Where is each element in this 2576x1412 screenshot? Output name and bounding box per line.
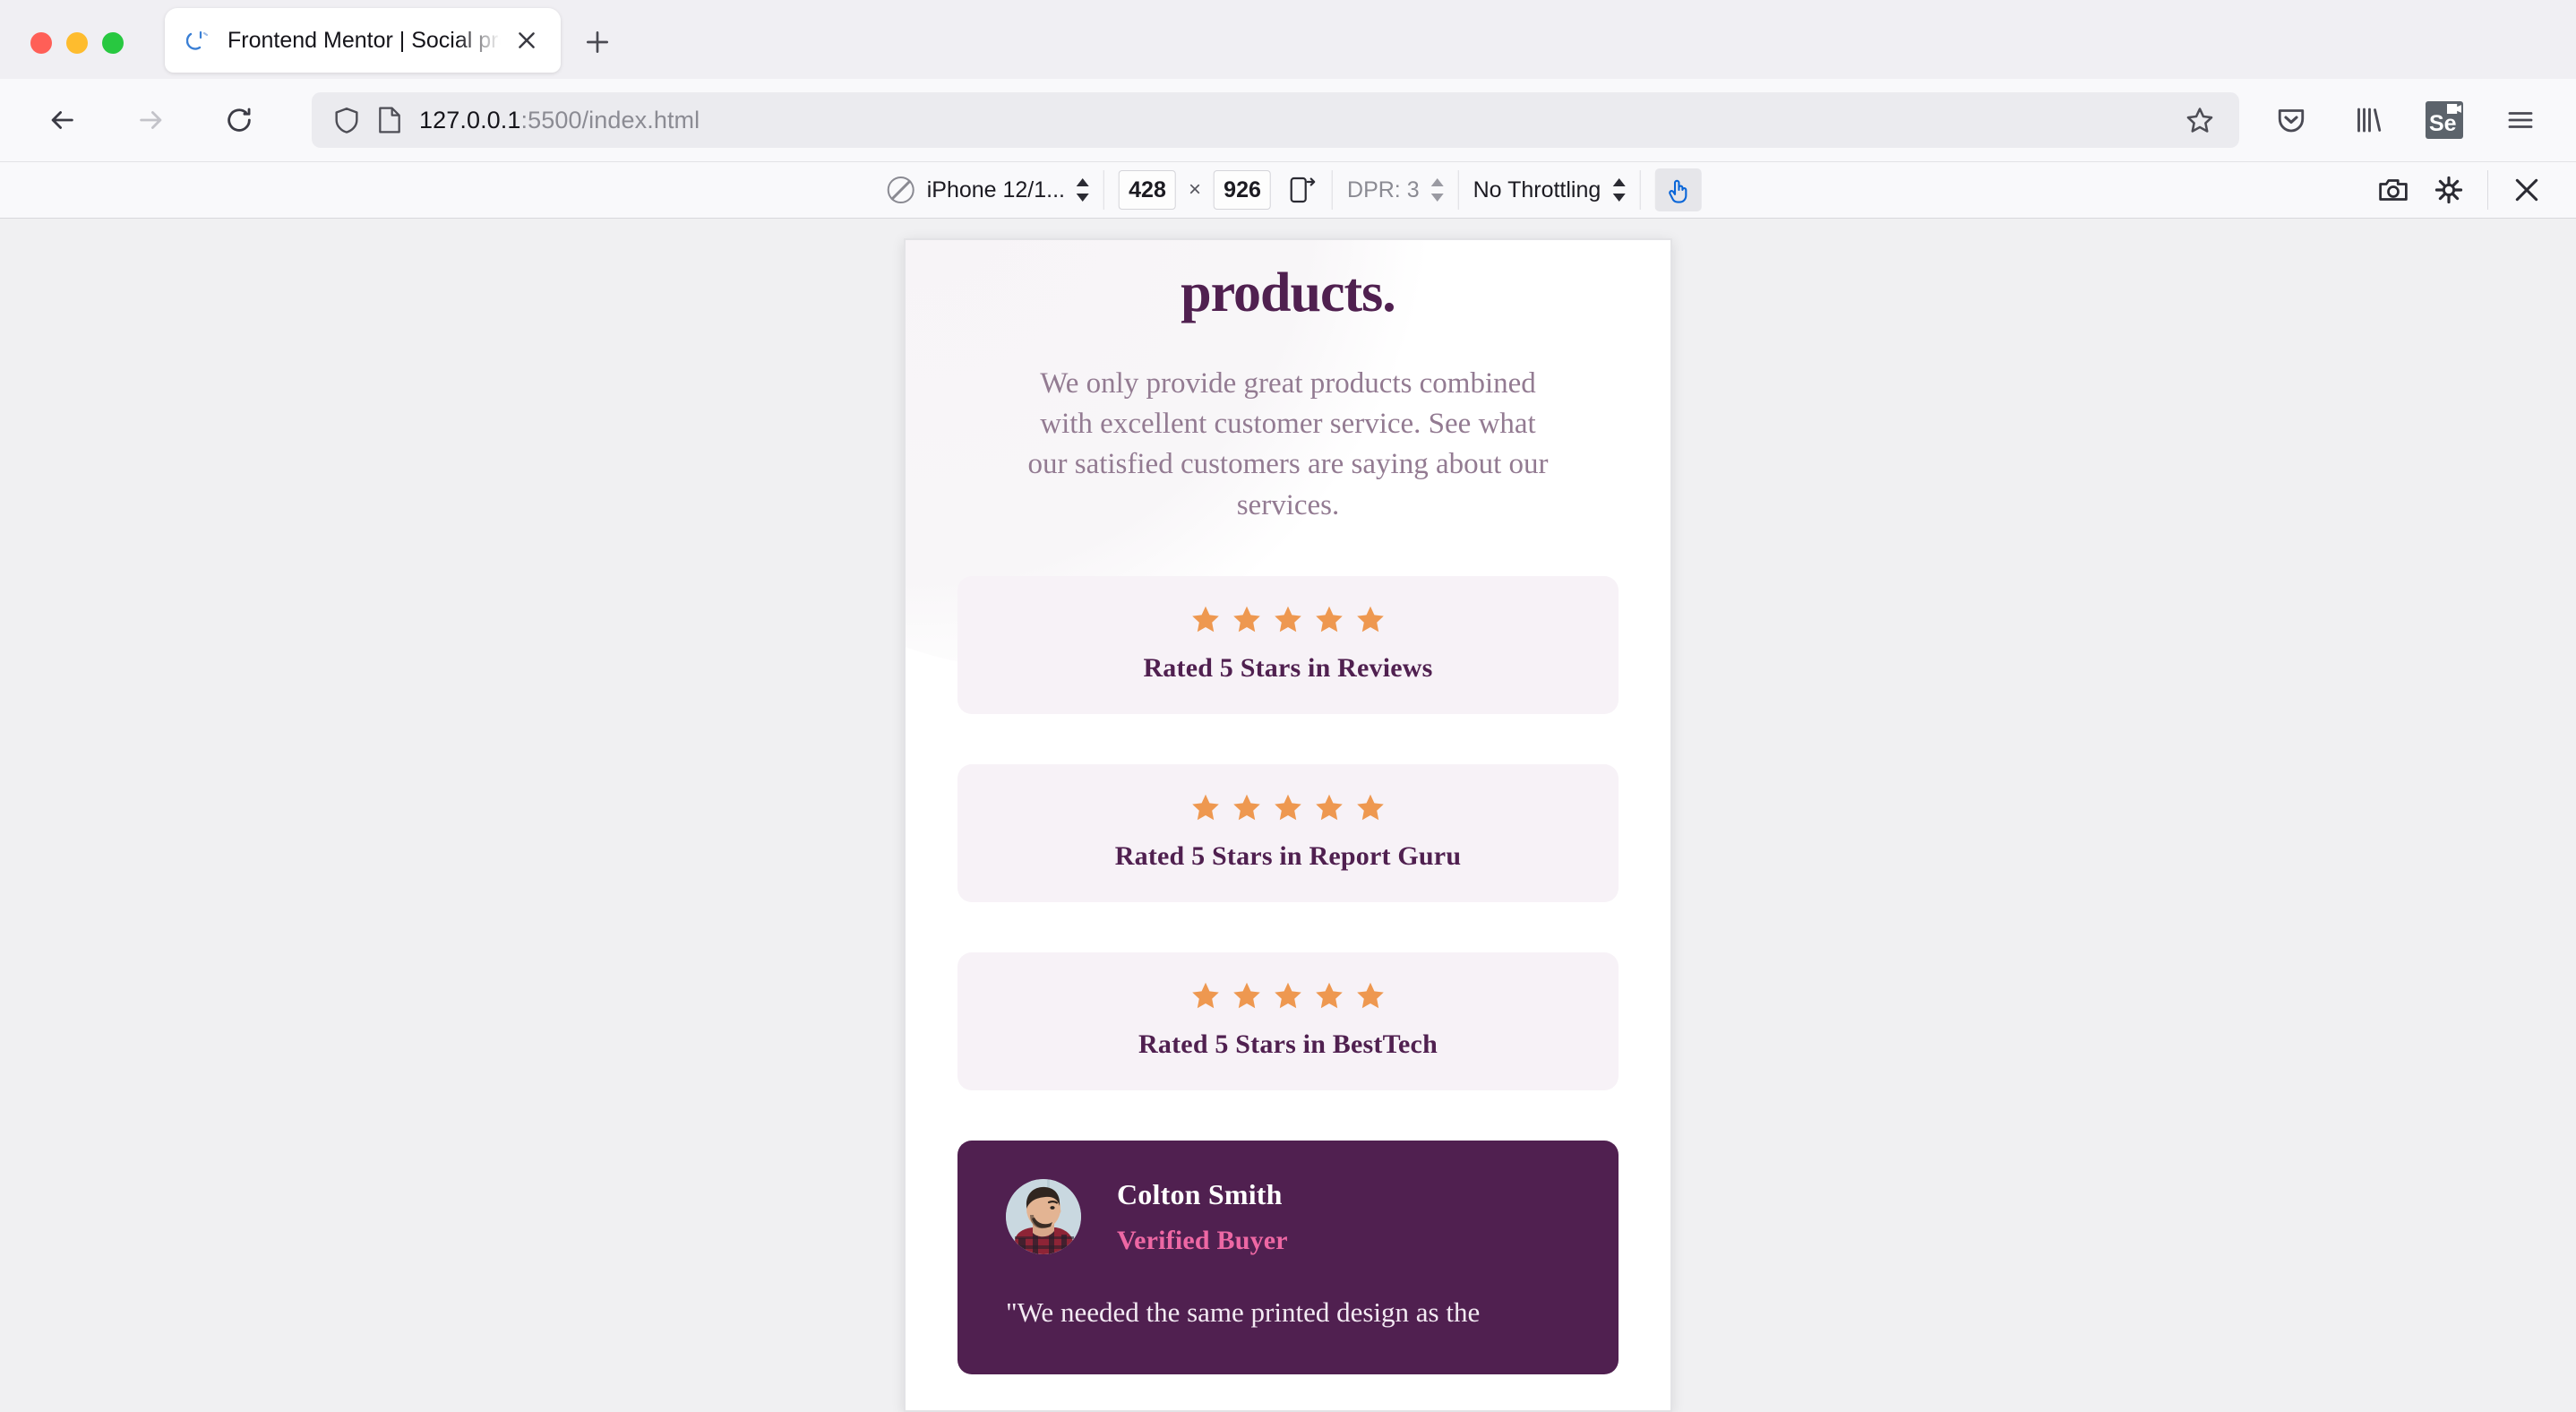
responsive-viewport-stage: products. We only provide great products… <box>0 219 2576 1412</box>
chevron-updown-icon <box>1612 177 1626 202</box>
page-icon[interactable] <box>376 106 403 134</box>
url-host: 127.0.0.1 <box>419 106 521 133</box>
viewport-width-input[interactable]: 428 <box>1119 170 1177 210</box>
gear-icon[interactable] <box>2421 168 2477 211</box>
shield-icon[interactable] <box>331 105 362 135</box>
tab-title: Frontend Mentor | Social proof s <box>228 27 509 53</box>
star-rating <box>957 982 1619 1010</box>
star-icon <box>1191 794 1220 822</box>
testimonial-card: Colton Smith Verified Buyer "We needed t… <box>957 1140 1619 1375</box>
camera-icon[interactable] <box>2366 168 2421 211</box>
rating-label: Rated 5 Stars in Report Guru <box>1114 840 1462 871</box>
device-name: iPhone 12/1... <box>926 176 1066 202</box>
star-icon <box>1315 606 1344 633</box>
browser-window: Frontend Mentor | Social proof s <box>0 0 2576 1412</box>
responsive-design-toolbar: iPhone 12/1... 428 × 926 DPR: 3 No Throt… <box>0 161 2576 219</box>
loading-spinner-icon <box>185 29 210 52</box>
rating-card: Rated 5 Stars in Report Guru <box>957 763 1619 902</box>
window-traffic-lights <box>30 32 124 79</box>
avatar <box>1006 1179 1081 1255</box>
touch-simulation-button[interactable] <box>1654 168 1702 211</box>
star-icon <box>1315 982 1344 1010</box>
chevron-updown-icon <box>1077 177 1090 202</box>
bookmark-star-icon[interactable] <box>2180 100 2220 140</box>
testimonial-header: Colton Smith Verified Buyer <box>1006 1178 1570 1256</box>
hamburger-menu-icon[interactable] <box>2501 100 2540 140</box>
dimension-separator: × <box>1189 177 1202 202</box>
star-icon <box>1356 794 1385 822</box>
dpr-label: DPR: 3 <box>1347 176 1420 202</box>
testimonial-name: Colton Smith <box>1117 1177 1283 1210</box>
close-responsive-mode-icon[interactable] <box>2499 168 2555 211</box>
web-page-content: products. We only provide great products… <box>906 240 1670 1410</box>
device-selector[interactable]: iPhone 12/1... <box>875 162 1102 218</box>
viewport-height-input[interactable]: 926 <box>1214 170 1272 210</box>
throttling-label: No Throttling <box>1473 176 1601 202</box>
testimonial-quote: "We needed the same printed design as th… <box>1006 1296 1481 1328</box>
viewport-size-group: 428 × 926 <box>1106 162 1330 218</box>
tab-close-icon[interactable] <box>509 22 545 58</box>
tab-strip: Frontend Mentor | Social proof s <box>0 0 2576 79</box>
star-icon <box>1356 982 1385 1010</box>
toolbar-divider <box>1639 170 1641 210</box>
throttling-selector[interactable]: No Throttling <box>1461 162 1638 218</box>
browser-toolbar-icons: Se <box>2271 100 2549 140</box>
back-button[interactable] <box>32 90 91 150</box>
star-icon <box>1191 982 1220 1010</box>
rotate-device-icon[interactable] <box>1287 174 1318 206</box>
star-icon <box>1191 606 1220 633</box>
rating-label: Rated 5 Stars in BestTech <box>1138 1029 1438 1059</box>
page-intro-text: We only provide great products combined … <box>1027 367 1549 521</box>
no-device-icon <box>887 176 914 203</box>
toolbar-divider <box>1332 170 1334 210</box>
star-icon <box>1315 794 1344 822</box>
star-rating <box>957 794 1619 822</box>
new-tab-button[interactable] <box>573 18 622 66</box>
rating-card: Rated 5 Stars in Reviews <box>957 575 1619 714</box>
rating-label: Rated 5 Stars in Reviews <box>1143 652 1433 683</box>
chevron-updown-icon <box>1430 177 1444 202</box>
toolbar-divider <box>1457 170 1459 210</box>
window-maximize-button[interactable] <box>102 32 124 54</box>
toolbar-divider <box>1103 170 1105 210</box>
navigation-toolbar: 127.0.0.1:5500/index.html Se <box>0 79 2576 161</box>
page-title: products. <box>1181 263 1396 323</box>
star-icon <box>1356 606 1385 633</box>
url-text[interactable]: 127.0.0.1:5500/index.html <box>419 107 2180 134</box>
star-icon <box>1232 982 1261 1010</box>
star-icon <box>1232 606 1261 633</box>
toolbar-divider <box>2487 170 2488 210</box>
url-path: :5500/index.html <box>520 106 700 133</box>
responsive-toolbar-actions <box>2366 168 2555 211</box>
browser-tab[interactable]: Frontend Mentor | Social proof s <box>165 8 561 73</box>
testimonial-meta: Colton Smith Verified Buyer <box>1117 1178 1288 1256</box>
window-minimize-button[interactable] <box>66 32 88 54</box>
forward-button[interactable] <box>122 90 181 150</box>
window-close-button[interactable] <box>30 32 52 54</box>
star-icon <box>1274 794 1302 822</box>
pocket-icon[interactable] <box>2271 100 2311 140</box>
star-icon <box>1274 982 1302 1010</box>
star-rating <box>957 606 1619 633</box>
dpr-selector[interactable]: DPR: 3 <box>1335 162 1456 218</box>
reload-button[interactable] <box>210 90 269 150</box>
selenium-extension-icon[interactable]: Se <box>2426 101 2463 139</box>
star-icon <box>1232 794 1261 822</box>
status-badge: Verified Buyer <box>1117 1225 1288 1255</box>
device-viewport: products. We only provide great products… <box>904 238 1672 1412</box>
rating-card: Rated 5 Stars in BestTech <box>957 951 1619 1090</box>
address-bar[interactable]: 127.0.0.1:5500/index.html <box>312 92 2239 148</box>
star-icon <box>1274 606 1302 633</box>
library-icon[interactable] <box>2348 100 2388 140</box>
